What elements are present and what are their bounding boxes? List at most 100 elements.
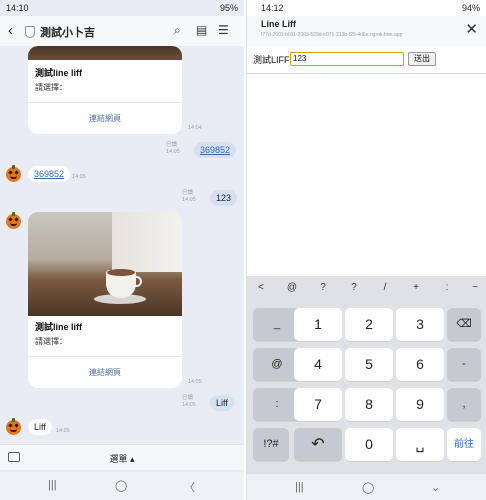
shield-icon [25,26,35,38]
read-receipt: 已讀 [182,190,194,196]
android-nav-bar: ||| ◯ ⌄ [247,474,486,500]
key-comma[interactable]: , [447,388,481,421]
message-text[interactable]: 369852 [200,145,230,155]
message-time: 14:05 [182,197,196,203]
status-bar: 14:12 94% [247,0,486,16]
pumpkin-stem [12,418,15,422]
kb-sym-key[interactable]: < [253,282,269,293]
status-time: 14:12 [261,3,284,13]
message-text: Liff [216,398,228,408]
pumpkin-mouth [10,176,17,179]
photo-coffee [107,269,135,276]
bot-avatar[interactable] [6,165,21,182]
status-bar: 14:10 95% [0,0,244,16]
key-2[interactable]: 2 [345,308,393,341]
symbols-key[interactable]: !?# [253,428,289,461]
kb-sym-key[interactable]: ~ [467,282,483,293]
undo-key[interactable]: ↶ [294,428,342,461]
liff-header: Line Liff f77d-2001-b011-2003-529d-e071-… [247,16,486,46]
numeric-keyboard: < @ ? ? / + : ~ _ 1 2 3 ⌫ @ 4 5 6 - : 7 … [247,276,486,474]
message-bubble-sent[interactable]: 369852 [194,142,237,158]
card-title: 測試line liff [35,68,82,78]
kb-sym-key[interactable]: @ [284,282,300,293]
liff-field-label: 測試LIFF [253,55,290,65]
kb-sym-key[interactable]: : [439,282,455,293]
message-time: 14:05 [188,379,202,385]
message-time: 14:04 [188,125,202,131]
status-battery: 95% [219,3,238,13]
message-bubble-received[interactable]: 369852 [28,166,71,182]
status-battery: 94% [461,3,480,13]
photo-cup-handle [133,276,142,287]
message-time: 14:05 [56,428,70,434]
key-6[interactable]: 6 [396,348,444,381]
menu-icon[interactable]: ☰ [218,23,229,37]
chat-bottom-bar: 選單 ▴ [0,444,244,470]
liff-screen: 14:12 94% Line Liff f77d-2001-b011-2003-… [246,0,486,500]
message-bubble-sent[interactable]: Liff [210,395,234,411]
android-nav-bar: ||| ◯ 〈 [0,472,244,500]
card-subtitle: 請選擇： [35,83,67,92]
coffee-photo [28,212,182,316]
message-time: 14:05 [182,402,196,408]
key-7[interactable]: 7 [294,388,342,421]
recent-apps-icon[interactable]: ||| [295,481,304,493]
home-icon[interactable]: ◯ [362,481,374,494]
card-subtitle: 請選擇： [35,337,67,346]
message-time: 14:05 [72,174,86,180]
card-image [28,46,182,60]
key-minus[interactable]: - [447,348,481,381]
key-0[interactable]: 0 [345,428,393,461]
flex-card: 測試line liff 請選擇： 連結網頁 [28,212,182,388]
photo-window [112,212,182,272]
read-receipt: 已讀 [166,142,178,148]
chat-header: ‹ 測試小卜吉 ⌕ ▤ ☰ [0,16,244,46]
message-text: 123 [216,193,232,203]
space-key[interactable]: ␣ [396,428,444,461]
read-receipt: 已讀 [182,395,194,401]
key-9[interactable]: 9 [396,388,444,421]
submit-button[interactable]: 送出 [408,52,436,66]
backspace-key[interactable]: ⌫ [447,308,481,341]
bot-avatar[interactable] [6,212,21,229]
message-bubble-sent[interactable]: 123 [210,190,238,206]
back-nav-icon[interactable]: 〈 [184,479,195,495]
key-1[interactable]: 1 [294,308,342,341]
close-icon[interactable]: ✕ [465,20,478,38]
liff-title: Line Liff [261,19,296,29]
card-title: 測試line liff [35,322,82,332]
search-icon[interactable]: ⌕ [174,23,181,38]
key-3[interactable]: 3 [396,308,444,341]
kb-sym-key[interactable]: + [408,282,424,293]
bot-avatar[interactable] [6,418,21,435]
pumpkin-mouth [10,223,17,226]
status-time: 14:10 [6,3,29,13]
liff-text-input[interactable]: 123 [290,52,404,66]
key-5[interactable]: 5 [345,348,393,381]
divider [247,73,486,74]
message-text[interactable]: 369852 [34,169,64,179]
message-bubble-received[interactable]: Liff [28,419,52,435]
notes-icon[interactable]: ▤ [196,23,207,37]
chat-title: 測試小卜吉 [40,27,95,39]
hide-keyboard-icon[interactable]: ⌄ [431,481,440,494]
message-time: 14:05 [166,149,180,155]
key-4[interactable]: 4 [294,348,342,381]
pumpkin-mouth [10,429,17,432]
pumpkin-stem [12,212,15,216]
liff-url: f77d-2001-b011-2003-529d-e071-213b-f29-4… [261,32,403,38]
rich-menu-toggle[interactable]: 選單 ▴ [0,452,244,465]
kb-sym-key[interactable]: ? [346,282,362,293]
card-link-button[interactable]: 連結網頁 [28,102,182,134]
keyboard-symbol-strip: < @ ? ? / + : ~ [247,276,486,301]
message-text: Liff [34,422,46,432]
card-link-button[interactable]: 連結網頁 [28,356,182,388]
recent-apps-icon[interactable]: ||| [48,479,57,491]
line-chat-screen: 14:10 95% ‹ 測試小卜吉 ⌕ ▤ ☰ 測試line liff 請選擇：… [0,0,244,500]
key-8[interactable]: 8 [345,388,393,421]
kb-sym-key[interactable]: / [377,282,393,293]
home-icon[interactable]: ◯ [115,479,127,492]
go-key[interactable]: 前往 [447,428,481,461]
back-icon[interactable]: ‹ [8,22,13,39]
kb-sym-key[interactable]: ? [315,282,331,293]
